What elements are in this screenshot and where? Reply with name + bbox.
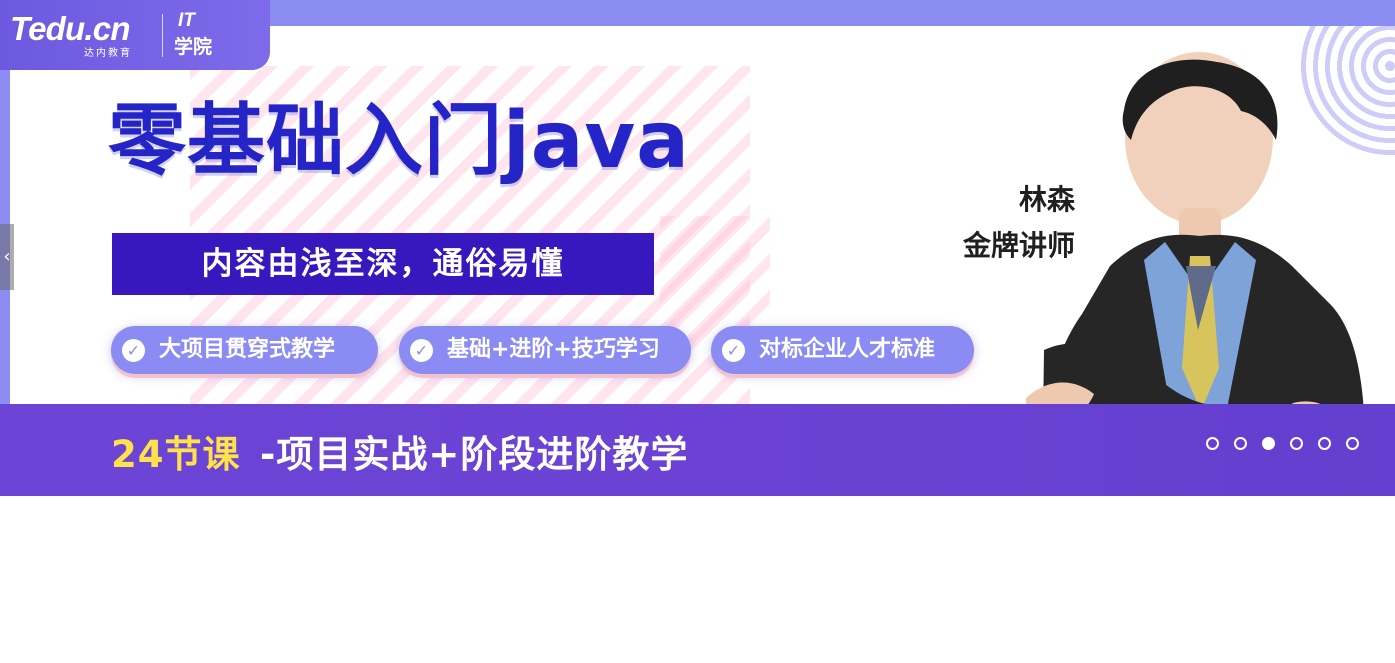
logo-it-text: IT [178, 10, 195, 31]
blank-content-area [0, 496, 1395, 663]
decorative-rings [1300, 26, 1395, 156]
course-summary-text: -项目实战+阶段进阶教学 [260, 433, 689, 476]
check-icon: ✓ [722, 339, 745, 362]
carousel-pagination [1206, 437, 1359, 450]
check-icon: ✓ [410, 339, 433, 362]
feature-tag-project-teaching: ✓ 大项目贯穿式教学 [111, 326, 378, 374]
feature-tag-label: 基础+进阶+技巧学习 [447, 337, 660, 362]
carousel-dot[interactable] [1346, 437, 1359, 450]
carousel-dot-active[interactable] [1262, 437, 1275, 450]
logo-divider [162, 14, 163, 57]
check-icon: ✓ [122, 339, 145, 362]
instructor-title: 金牌讲师 [962, 229, 1075, 262]
course-headline: 零基础入门java [108, 96, 690, 186]
carousel-dot[interactable] [1206, 437, 1219, 450]
brand-logo[interactable]: Tedu.cn 达内教育 IT 学院 [0, 0, 270, 70]
carousel-dot[interactable] [1234, 437, 1247, 450]
carousel-dot[interactable] [1318, 437, 1331, 450]
feature-tag-basic-advanced: ✓ 基础+进阶+技巧学习 [399, 326, 691, 374]
lesson-count-highlight: 24节课 [111, 433, 241, 476]
logo-brand-subtext: 达内教育 [84, 48, 132, 59]
course-subtitle: 内容由浅至深，通俗易懂 [112, 233, 654, 295]
logo-school-text: 学院 [174, 36, 213, 58]
feature-tag-label: 对标企业人才标准 [759, 337, 936, 362]
promo-banner[interactable]: Tedu.cn 达内教育 IT 学院 零基础入门java 内容由浅至深，通俗易懂… [0, 0, 1395, 496]
instructor-name: 林森 [1018, 183, 1075, 216]
logo-brand-text: Tedu.cn [10, 10, 130, 47]
feature-tag-enterprise-standard: ✓ 对标企业人才标准 [711, 326, 974, 374]
carousel-dot[interactable] [1290, 437, 1303, 450]
feature-tag-label: 大项目贯穿式教学 [159, 337, 336, 362]
carousel-prev-button[interactable]: ‹ [0, 224, 14, 290]
